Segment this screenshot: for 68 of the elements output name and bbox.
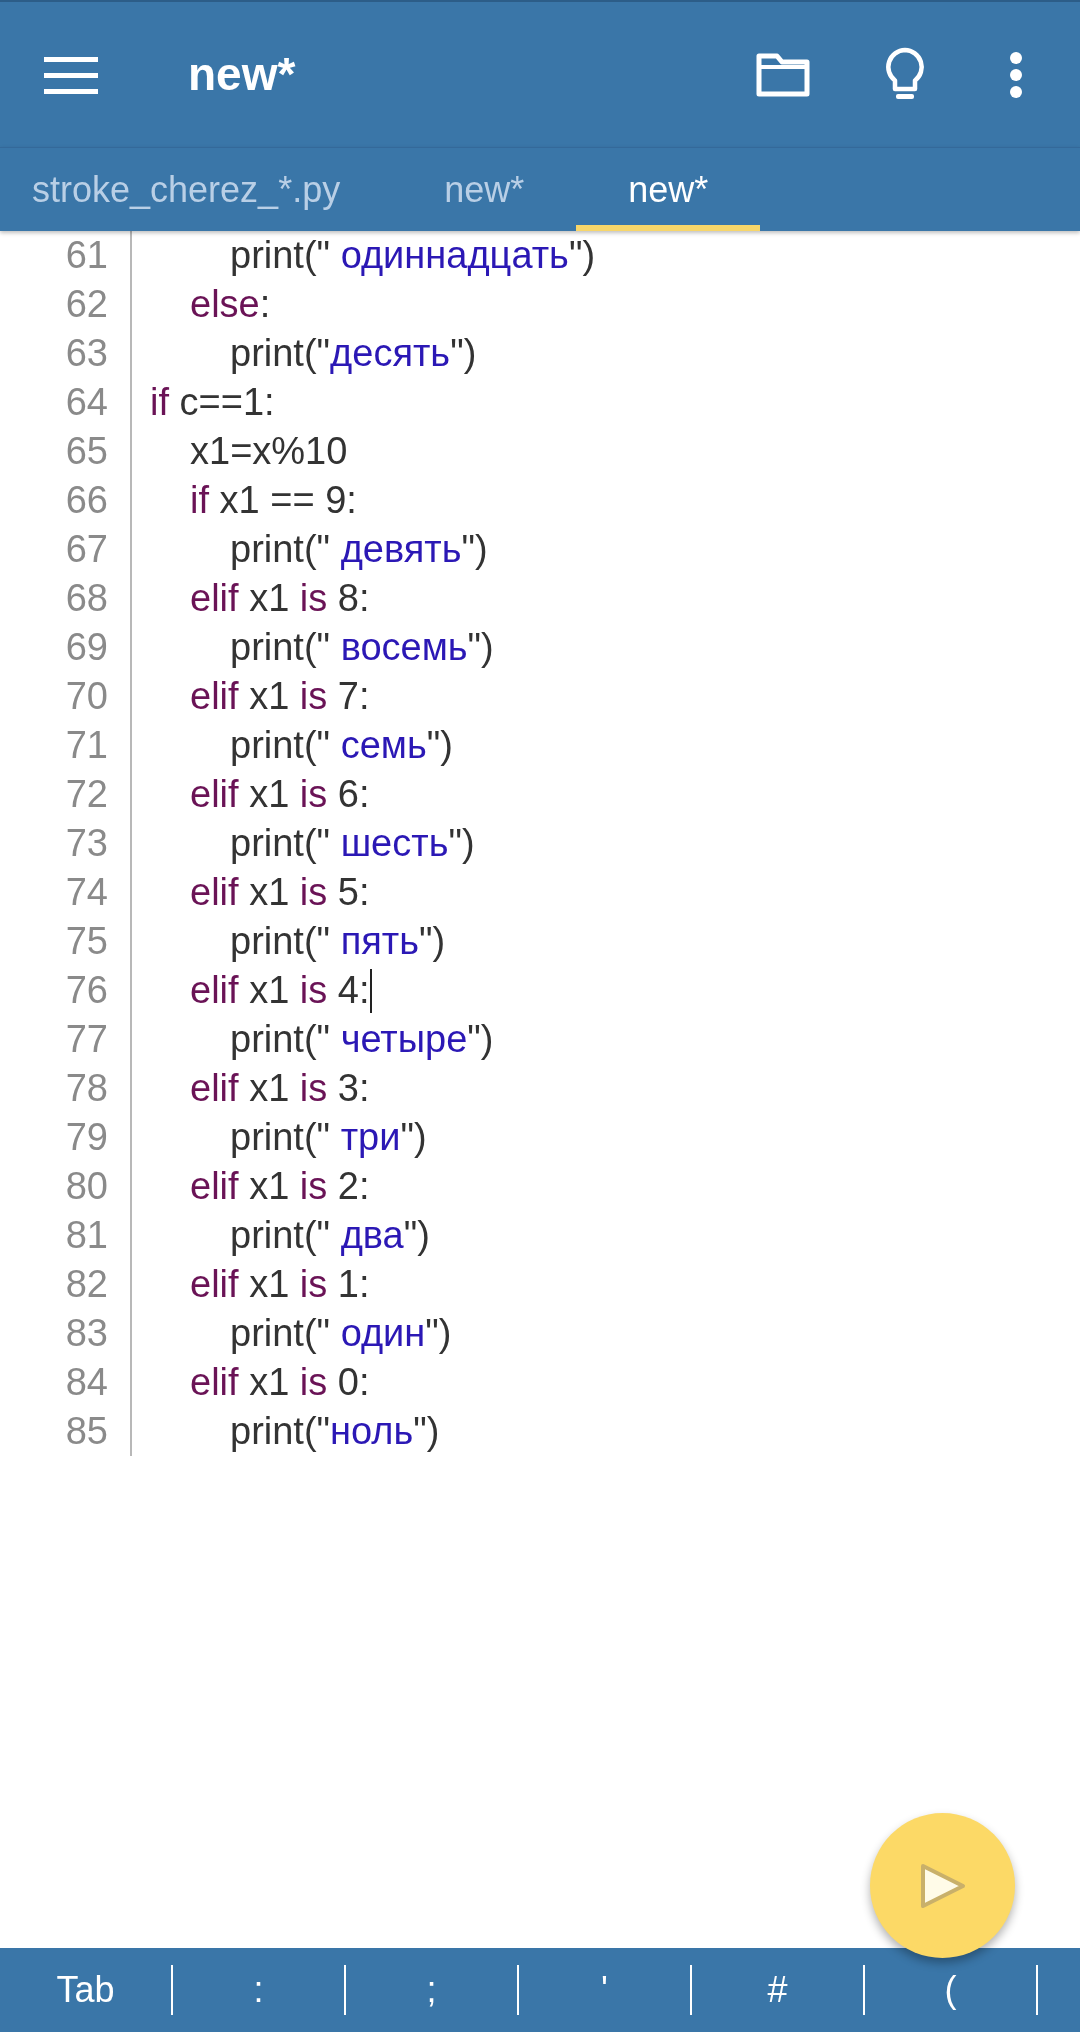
line-number: 61: [65, 233, 108, 278]
code-line: print(" девять"): [230, 527, 488, 572]
code-line: print(" три"): [230, 1115, 427, 1160]
line-number: 85: [65, 1409, 108, 1454]
line-number: 64: [65, 380, 108, 425]
code-line: print(" одиннадцать"): [230, 233, 596, 278]
code-line: else:: [190, 282, 271, 327]
line-number: 84: [65, 1360, 108, 1405]
code-line: x1=x%10: [190, 429, 348, 474]
line-number: 75: [65, 919, 108, 964]
file-tab[interactable]: new*: [392, 148, 577, 231]
line-number: 71: [65, 723, 108, 768]
line-number: 66: [65, 478, 108, 523]
code-line: elif x1 is 1:: [190, 1262, 370, 1307]
file-tab[interactable]: new*: [576, 148, 761, 231]
more-icon: [1009, 51, 1023, 98]
line-number: 69: [65, 625, 108, 670]
code-line: elif x1 is 0:: [190, 1360, 370, 1405]
code-line: if x1 == 9:: [190, 478, 357, 523]
line-number: 80: [65, 1164, 108, 1209]
line-number: 77: [65, 1017, 108, 1062]
code-line: elif x1 is 5:: [190, 870, 370, 915]
line-number: 82: [65, 1262, 108, 1307]
code-line: print(" семь"): [230, 723, 453, 768]
code-line: print(" один"): [230, 1311, 452, 1356]
folder-icon: [755, 51, 811, 98]
code-line: elif x1 is 4:: [190, 968, 370, 1013]
line-number: 79: [65, 1115, 108, 1160]
symbol-key[interactable]: #: [761, 1972, 794, 2008]
line-number: 76: [65, 968, 108, 1013]
line-number: 81: [65, 1213, 108, 1258]
line-number: 63: [65, 331, 108, 376]
code-line: print("десять"): [230, 331, 477, 376]
code-line: if c==1:: [150, 380, 275, 425]
menu-button[interactable]: [44, 54, 98, 95]
code-line: elif x1 is 2:: [190, 1164, 370, 1209]
file-tab[interactable]: stroke_cherez_*.py: [0, 148, 393, 231]
folder-button[interactable]: [755, 51, 811, 98]
code-line: print(" шесть"): [230, 821, 475, 866]
app-title: new*: [188, 47, 296, 102]
line-number: 62: [65, 282, 108, 327]
text-cursor: [369, 968, 372, 1013]
code-line: print("ноль"): [230, 1409, 440, 1454]
more-button[interactable]: [1009, 51, 1023, 98]
line-number: 67: [65, 527, 108, 572]
code-line: print(" два"): [230, 1213, 430, 1258]
line-number: 65: [65, 429, 108, 474]
line-number: 83: [65, 1311, 108, 1356]
line-number: 73: [65, 821, 108, 866]
symbol-key[interactable]: (: [938, 1972, 963, 2008]
code-line: print(" восемь"): [230, 625, 494, 670]
code-line: elif x1 is 7:: [190, 674, 370, 719]
code-line: print(" пять"): [230, 919, 446, 964]
code-line: elif x1 is 3:: [190, 1066, 370, 1111]
line-number: 68: [65, 576, 108, 621]
line-number: 74: [65, 870, 108, 915]
code-line: print(" четыре"): [230, 1017, 494, 1062]
line-number: 78: [65, 1066, 108, 1111]
run-button[interactable]: [870, 1813, 1015, 1958]
line-number: 70: [65, 674, 108, 719]
symbol-key[interactable]: ;: [420, 1972, 443, 2008]
symbol-key[interactable]: ': [595, 1972, 614, 2008]
code-line: elif x1 is 6:: [190, 772, 370, 817]
code-line: elif x1 is 8:: [190, 576, 370, 621]
symbol-key[interactable]: :: [247, 1972, 270, 2008]
menu-icon: [44, 54, 98, 95]
symbol-key[interactable]: Tab: [50, 1972, 121, 2008]
line-number: 72: [65, 772, 108, 817]
